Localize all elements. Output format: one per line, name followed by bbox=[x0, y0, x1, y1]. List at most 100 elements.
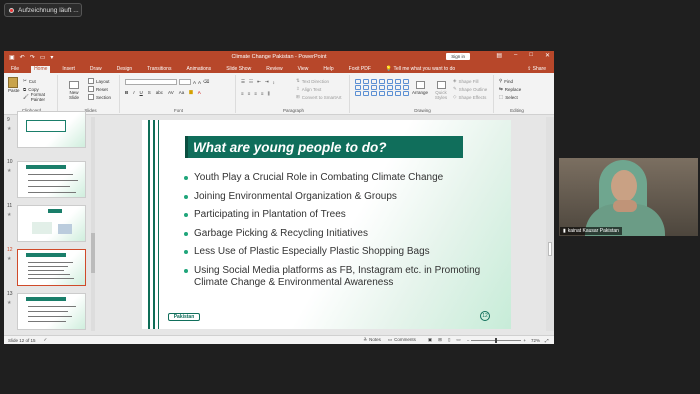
clear-format-icon[interactable]: ⌫ bbox=[203, 79, 209, 85]
sign-in-button[interactable]: Sign in bbox=[446, 53, 470, 60]
thumbnail-slide-13[interactable]: 13 ★ bbox=[4, 291, 96, 331]
case-icon[interactable]: Aa bbox=[179, 90, 185, 95]
thumbnail-scrollbar[interactable] bbox=[91, 117, 95, 331]
increase-indent-icon[interactable]: ⇥ bbox=[265, 79, 269, 85]
strikethrough-icon[interactable]: abc bbox=[156, 90, 163, 95]
bold-icon[interactable]: B bbox=[125, 90, 128, 95]
tab-insert[interactable]: Insert bbox=[59, 66, 78, 73]
find-button[interactable]: ⚲ Find bbox=[499, 77, 521, 85]
close-icon[interactable]: ✕ bbox=[545, 52, 550, 59]
decrease-font-icon[interactable]: A bbox=[198, 80, 201, 85]
tab-design[interactable]: Design bbox=[114, 66, 136, 73]
format-painter-button[interactable]: 🖌 Format Painter bbox=[23, 92, 57, 102]
tab-animations[interactable]: Animations bbox=[183, 66, 214, 73]
current-slide[interactable]: What are young people to do? Youth Play … bbox=[142, 120, 511, 329]
shape-outline-button[interactable]: ✎ Shape Outline bbox=[453, 85, 487, 93]
tab-foxit-pdf[interactable]: Foxit PDF bbox=[346, 66, 374, 73]
text-direction-button[interactable]: ⇅ Text Direction bbox=[296, 77, 342, 85]
increase-font-icon[interactable]: A bbox=[193, 80, 196, 85]
quick-styles-button[interactable]: Quick Styles bbox=[432, 81, 450, 100]
bullets-icon[interactable]: ☰ bbox=[241, 79, 245, 85]
share-button[interactable]: ⇪ Share bbox=[527, 66, 546, 72]
reset-icon bbox=[88, 86, 94, 92]
undo-icon[interactable]: ↶ bbox=[20, 54, 25, 61]
scrollbar-thumb[interactable] bbox=[548, 242, 552, 256]
redo-icon[interactable]: ↷ bbox=[30, 54, 35, 61]
slideshow-icon[interactable]: ▭ bbox=[456, 337, 460, 343]
shapes-gallery[interactable] bbox=[355, 79, 410, 96]
zoom-thumb[interactable] bbox=[495, 337, 498, 343]
justify-icon[interactable]: ≡ bbox=[261, 91, 264, 96]
highlight-icon[interactable]: ▆ bbox=[189, 89, 192, 95]
decrease-indent-icon[interactable]: ⇤ bbox=[257, 79, 261, 85]
customize-icon[interactable]: ▾ bbox=[50, 54, 53, 61]
notes-button[interactable]: ≚ Notes bbox=[363, 337, 381, 343]
present-icon[interactable]: ▭ bbox=[40, 54, 46, 61]
tab-home[interactable]: Home bbox=[31, 66, 51, 73]
align-left-icon[interactable]: ≡ bbox=[241, 91, 244, 96]
shape-effects-button[interactable]: ◇ Shape Effects bbox=[453, 93, 487, 101]
format-painter-label: Format Painter bbox=[30, 92, 45, 102]
font-color-icon[interactable]: A bbox=[198, 90, 201, 95]
shape-fill-button[interactable]: ◈ Shape Fill bbox=[453, 77, 487, 85]
shadow-icon[interactable]: S bbox=[148, 90, 151, 95]
columns-icon[interactable]: ⫼ bbox=[268, 91, 270, 96]
align-right-icon[interactable]: ≡ bbox=[254, 91, 257, 96]
zoom-level[interactable]: 72% bbox=[531, 338, 540, 343]
thumbnail-slide-9[interactable]: 9 ★ bbox=[4, 111, 96, 153]
scrollbar-thumb[interactable] bbox=[91, 233, 95, 273]
maximize-icon[interactable]: □ bbox=[529, 52, 533, 59]
tab-draw[interactable]: Draw bbox=[87, 66, 105, 73]
thumbnail-slide-12[interactable]: 12 ★ bbox=[4, 247, 96, 287]
fit-slide-icon[interactable]: ⤢ bbox=[545, 338, 549, 343]
comment-icon: ▭ bbox=[387, 337, 393, 342]
spacing-icon[interactable]: AV bbox=[168, 90, 174, 95]
recording-indicator[interactable]: Aufzeichnung läuft ... bbox=[4, 3, 82, 17]
line-spacing-icon[interactable]: ↕ bbox=[273, 80, 275, 85]
thumbnail-slide-10[interactable]: 10 ★ bbox=[4, 159, 96, 199]
replace-button[interactable]: ⇆ Replace bbox=[499, 85, 521, 93]
reading-view-icon[interactable]: ▯ bbox=[448, 337, 450, 343]
zoom-out-icon[interactable]: − bbox=[467, 338, 470, 343]
paste-button[interactable]: Paste bbox=[8, 77, 20, 93]
search-icon: ⚲ bbox=[499, 78, 503, 83]
tell-me-search[interactable]: 💡 Tell me what you want to do bbox=[383, 66, 458, 73]
slide-vertical-scrollbar[interactable] bbox=[546, 117, 554, 331]
reset-button[interactable]: Reset bbox=[88, 85, 111, 93]
tab-slide-show[interactable]: Slide Show bbox=[223, 66, 254, 73]
spellcheck-icon[interactable]: ✓ bbox=[44, 337, 48, 343]
cut-button[interactable]: ✂ Cut bbox=[23, 77, 57, 85]
italic-icon[interactable]: I bbox=[133, 90, 134, 95]
tab-view[interactable]: View bbox=[295, 66, 312, 73]
zoom-slider[interactable] bbox=[471, 337, 522, 343]
section-button[interactable]: Section bbox=[88, 93, 111, 101]
align-center-icon[interactable]: ≡ bbox=[248, 91, 251, 96]
convert-smartart-button[interactable]: ⊞ Convert to SmartArt bbox=[296, 93, 342, 101]
arrange-button[interactable]: Arrange bbox=[412, 81, 428, 95]
align-text-button[interactable]: ⇳ Align Text bbox=[296, 85, 342, 93]
new-slide-button[interactable]: New Slide bbox=[68, 81, 80, 100]
numbering-icon[interactable]: ☷ bbox=[249, 79, 253, 85]
font-size-box[interactable] bbox=[179, 79, 191, 85]
select-button[interactable]: ⬚ Select bbox=[499, 93, 521, 101]
layout-button[interactable]: Layout bbox=[88, 77, 111, 85]
underline-icon[interactable]: U bbox=[140, 90, 143, 95]
minimize-icon[interactable]: – bbox=[514, 52, 517, 59]
tab-transitions[interactable]: Transitions bbox=[144, 66, 174, 73]
save-icon[interactable]: ▣ bbox=[9, 54, 15, 61]
thumbnail-slide-11[interactable]: 11 ★ bbox=[4, 203, 96, 243]
tab-review[interactable]: Review bbox=[263, 66, 285, 73]
slide-title[interactable]: What are young people to do? bbox=[185, 136, 463, 158]
tab-help[interactable]: Help bbox=[320, 66, 336, 73]
slide-sorter-icon[interactable]: ⊞ bbox=[438, 337, 442, 343]
zoom-in-icon[interactable]: + bbox=[523, 338, 526, 343]
bullet-list[interactable]: Youth Play a Crucial Role in Combating C… bbox=[184, 172, 494, 296]
tab-file[interactable]: File bbox=[8, 66, 22, 73]
bullet-item: Participating in Plantation of Trees bbox=[184, 209, 494, 222]
ribbon-display-icon[interactable]: ▤ bbox=[496, 52, 502, 59]
font-group: A A ⌫ B I U S abc AV Aa ▆ A Font bbox=[122, 75, 236, 113]
normal-view-icon[interactable]: ▣ bbox=[428, 337, 432, 343]
font-name-box[interactable] bbox=[125, 79, 177, 85]
comments-button[interactable]: ▭ Comments bbox=[388, 337, 416, 343]
participant-video[interactable]: ▮ kainat Kausar Pakistan bbox=[559, 158, 698, 236]
